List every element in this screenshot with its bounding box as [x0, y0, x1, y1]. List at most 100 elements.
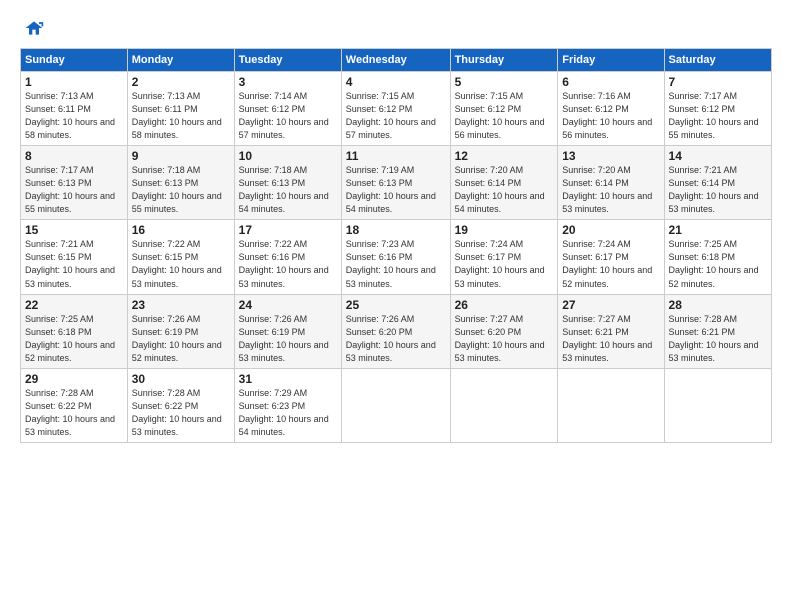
day-info: Sunrise: 7:19 AM Sunset: 6:13 PM Dayligh… [346, 164, 446, 216]
calendar-cell: 23 Sunrise: 7:26 AM Sunset: 6:19 PM Dayl… [127, 294, 234, 368]
day-info: Sunrise: 7:28 AM Sunset: 6:22 PM Dayligh… [132, 387, 230, 439]
day-number: 29 [25, 372, 123, 386]
calendar-table: SundayMondayTuesdayWednesdayThursdayFrid… [20, 48, 772, 443]
day-info: Sunrise: 7:17 AM Sunset: 6:12 PM Dayligh… [669, 90, 767, 142]
day-info: Sunrise: 7:14 AM Sunset: 6:12 PM Dayligh… [239, 90, 337, 142]
day-number: 1 [25, 75, 123, 89]
day-number: 2 [132, 75, 230, 89]
calendar-cell: 15 Sunrise: 7:21 AM Sunset: 6:15 PM Dayl… [21, 220, 128, 294]
calendar-cell [558, 368, 664, 442]
calendar-header-row: SundayMondayTuesdayWednesdayThursdayFrid… [21, 49, 772, 72]
calendar-cell: 6 Sunrise: 7:16 AM Sunset: 6:12 PM Dayli… [558, 72, 664, 146]
day-info: Sunrise: 7:24 AM Sunset: 6:17 PM Dayligh… [455, 238, 554, 290]
day-info: Sunrise: 7:16 AM Sunset: 6:12 PM Dayligh… [562, 90, 659, 142]
weekday-header: Monday [127, 49, 234, 72]
day-info: Sunrise: 7:23 AM Sunset: 6:16 PM Dayligh… [346, 238, 446, 290]
day-number: 23 [132, 298, 230, 312]
calendar-cell: 2 Sunrise: 7:13 AM Sunset: 6:11 PM Dayli… [127, 72, 234, 146]
weekday-header: Wednesday [341, 49, 450, 72]
calendar-cell: 27 Sunrise: 7:27 AM Sunset: 6:21 PM Dayl… [558, 294, 664, 368]
day-number: 30 [132, 372, 230, 386]
day-number: 20 [562, 223, 659, 237]
day-number: 3 [239, 75, 337, 89]
day-number: 15 [25, 223, 123, 237]
calendar-cell: 29 Sunrise: 7:28 AM Sunset: 6:22 PM Dayl… [21, 368, 128, 442]
day-info: Sunrise: 7:28 AM Sunset: 6:21 PM Dayligh… [669, 313, 767, 365]
day-number: 6 [562, 75, 659, 89]
day-info: Sunrise: 7:22 AM Sunset: 6:16 PM Dayligh… [239, 238, 337, 290]
calendar-cell: 5 Sunrise: 7:15 AM Sunset: 6:12 PM Dayli… [450, 72, 558, 146]
calendar-cell: 26 Sunrise: 7:27 AM Sunset: 6:20 PM Dayl… [450, 294, 558, 368]
calendar-week-row: 8 Sunrise: 7:17 AM Sunset: 6:13 PM Dayli… [21, 146, 772, 220]
calendar-cell [450, 368, 558, 442]
calendar-cell: 1 Sunrise: 7:13 AM Sunset: 6:11 PM Dayli… [21, 72, 128, 146]
day-number: 5 [455, 75, 554, 89]
day-number: 17 [239, 223, 337, 237]
calendar-cell: 14 Sunrise: 7:21 AM Sunset: 6:14 PM Dayl… [664, 146, 771, 220]
day-info: Sunrise: 7:26 AM Sunset: 6:20 PM Dayligh… [346, 313, 446, 365]
day-info: Sunrise: 7:15 AM Sunset: 6:12 PM Dayligh… [346, 90, 446, 142]
calendar-cell: 10 Sunrise: 7:18 AM Sunset: 6:13 PM Dayl… [234, 146, 341, 220]
weekday-header: Thursday [450, 49, 558, 72]
day-info: Sunrise: 7:15 AM Sunset: 6:12 PM Dayligh… [455, 90, 554, 142]
calendar-cell: 28 Sunrise: 7:28 AM Sunset: 6:21 PM Dayl… [664, 294, 771, 368]
calendar-cell: 19 Sunrise: 7:24 AM Sunset: 6:17 PM Dayl… [450, 220, 558, 294]
day-number: 22 [25, 298, 123, 312]
day-info: Sunrise: 7:25 AM Sunset: 6:18 PM Dayligh… [25, 313, 123, 365]
day-number: 21 [669, 223, 767, 237]
day-info: Sunrise: 7:20 AM Sunset: 6:14 PM Dayligh… [455, 164, 554, 216]
day-number: 13 [562, 149, 659, 163]
logo [20, 18, 46, 38]
day-info: Sunrise: 7:13 AM Sunset: 6:11 PM Dayligh… [25, 90, 123, 142]
day-number: 10 [239, 149, 337, 163]
calendar-cell: 22 Sunrise: 7:25 AM Sunset: 6:18 PM Dayl… [21, 294, 128, 368]
day-number: 26 [455, 298, 554, 312]
day-number: 18 [346, 223, 446, 237]
day-info: Sunrise: 7:26 AM Sunset: 6:19 PM Dayligh… [132, 313, 230, 365]
calendar-cell [341, 368, 450, 442]
day-number: 25 [346, 298, 446, 312]
day-number: 19 [455, 223, 554, 237]
calendar-cell: 25 Sunrise: 7:26 AM Sunset: 6:20 PM Dayl… [341, 294, 450, 368]
day-number: 8 [25, 149, 123, 163]
calendar-cell: 20 Sunrise: 7:24 AM Sunset: 6:17 PM Dayl… [558, 220, 664, 294]
weekday-header: Tuesday [234, 49, 341, 72]
day-info: Sunrise: 7:22 AM Sunset: 6:15 PM Dayligh… [132, 238, 230, 290]
day-number: 11 [346, 149, 446, 163]
day-number: 28 [669, 298, 767, 312]
weekday-header: Friday [558, 49, 664, 72]
day-number: 27 [562, 298, 659, 312]
day-info: Sunrise: 7:26 AM Sunset: 6:19 PM Dayligh… [239, 313, 337, 365]
day-info: Sunrise: 7:17 AM Sunset: 6:13 PM Dayligh… [25, 164, 123, 216]
day-number: 31 [239, 372, 337, 386]
day-info: Sunrise: 7:24 AM Sunset: 6:17 PM Dayligh… [562, 238, 659, 290]
calendar-cell: 12 Sunrise: 7:20 AM Sunset: 6:14 PM Dayl… [450, 146, 558, 220]
calendar-week-row: 22 Sunrise: 7:25 AM Sunset: 6:18 PM Dayl… [21, 294, 772, 368]
weekday-header: Sunday [21, 49, 128, 72]
calendar-cell: 11 Sunrise: 7:19 AM Sunset: 6:13 PM Dayl… [341, 146, 450, 220]
calendar-cell: 17 Sunrise: 7:22 AM Sunset: 6:16 PM Dayl… [234, 220, 341, 294]
day-number: 7 [669, 75, 767, 89]
day-number: 24 [239, 298, 337, 312]
header [20, 18, 772, 38]
calendar-week-row: 15 Sunrise: 7:21 AM Sunset: 6:15 PM Dayl… [21, 220, 772, 294]
day-info: Sunrise: 7:18 AM Sunset: 6:13 PM Dayligh… [132, 164, 230, 216]
calendar-cell [664, 368, 771, 442]
calendar-cell: 3 Sunrise: 7:14 AM Sunset: 6:12 PM Dayli… [234, 72, 341, 146]
day-info: Sunrise: 7:28 AM Sunset: 6:22 PM Dayligh… [25, 387, 123, 439]
day-number: 12 [455, 149, 554, 163]
calendar-cell: 18 Sunrise: 7:23 AM Sunset: 6:16 PM Dayl… [341, 220, 450, 294]
calendar-week-row: 1 Sunrise: 7:13 AM Sunset: 6:11 PM Dayli… [21, 72, 772, 146]
calendar-cell: 8 Sunrise: 7:17 AM Sunset: 6:13 PM Dayli… [21, 146, 128, 220]
calendar-cell: 7 Sunrise: 7:17 AM Sunset: 6:12 PM Dayli… [664, 72, 771, 146]
day-number: 16 [132, 223, 230, 237]
day-number: 14 [669, 149, 767, 163]
calendar-cell: 24 Sunrise: 7:26 AM Sunset: 6:19 PM Dayl… [234, 294, 341, 368]
calendar-cell: 30 Sunrise: 7:28 AM Sunset: 6:22 PM Dayl… [127, 368, 234, 442]
day-info: Sunrise: 7:27 AM Sunset: 6:20 PM Dayligh… [455, 313, 554, 365]
logo-icon [24, 18, 44, 38]
day-info: Sunrise: 7:29 AM Sunset: 6:23 PM Dayligh… [239, 387, 337, 439]
day-info: Sunrise: 7:21 AM Sunset: 6:14 PM Dayligh… [669, 164, 767, 216]
page: SundayMondayTuesdayWednesdayThursdayFrid… [0, 0, 792, 612]
calendar-cell: 13 Sunrise: 7:20 AM Sunset: 6:14 PM Dayl… [558, 146, 664, 220]
